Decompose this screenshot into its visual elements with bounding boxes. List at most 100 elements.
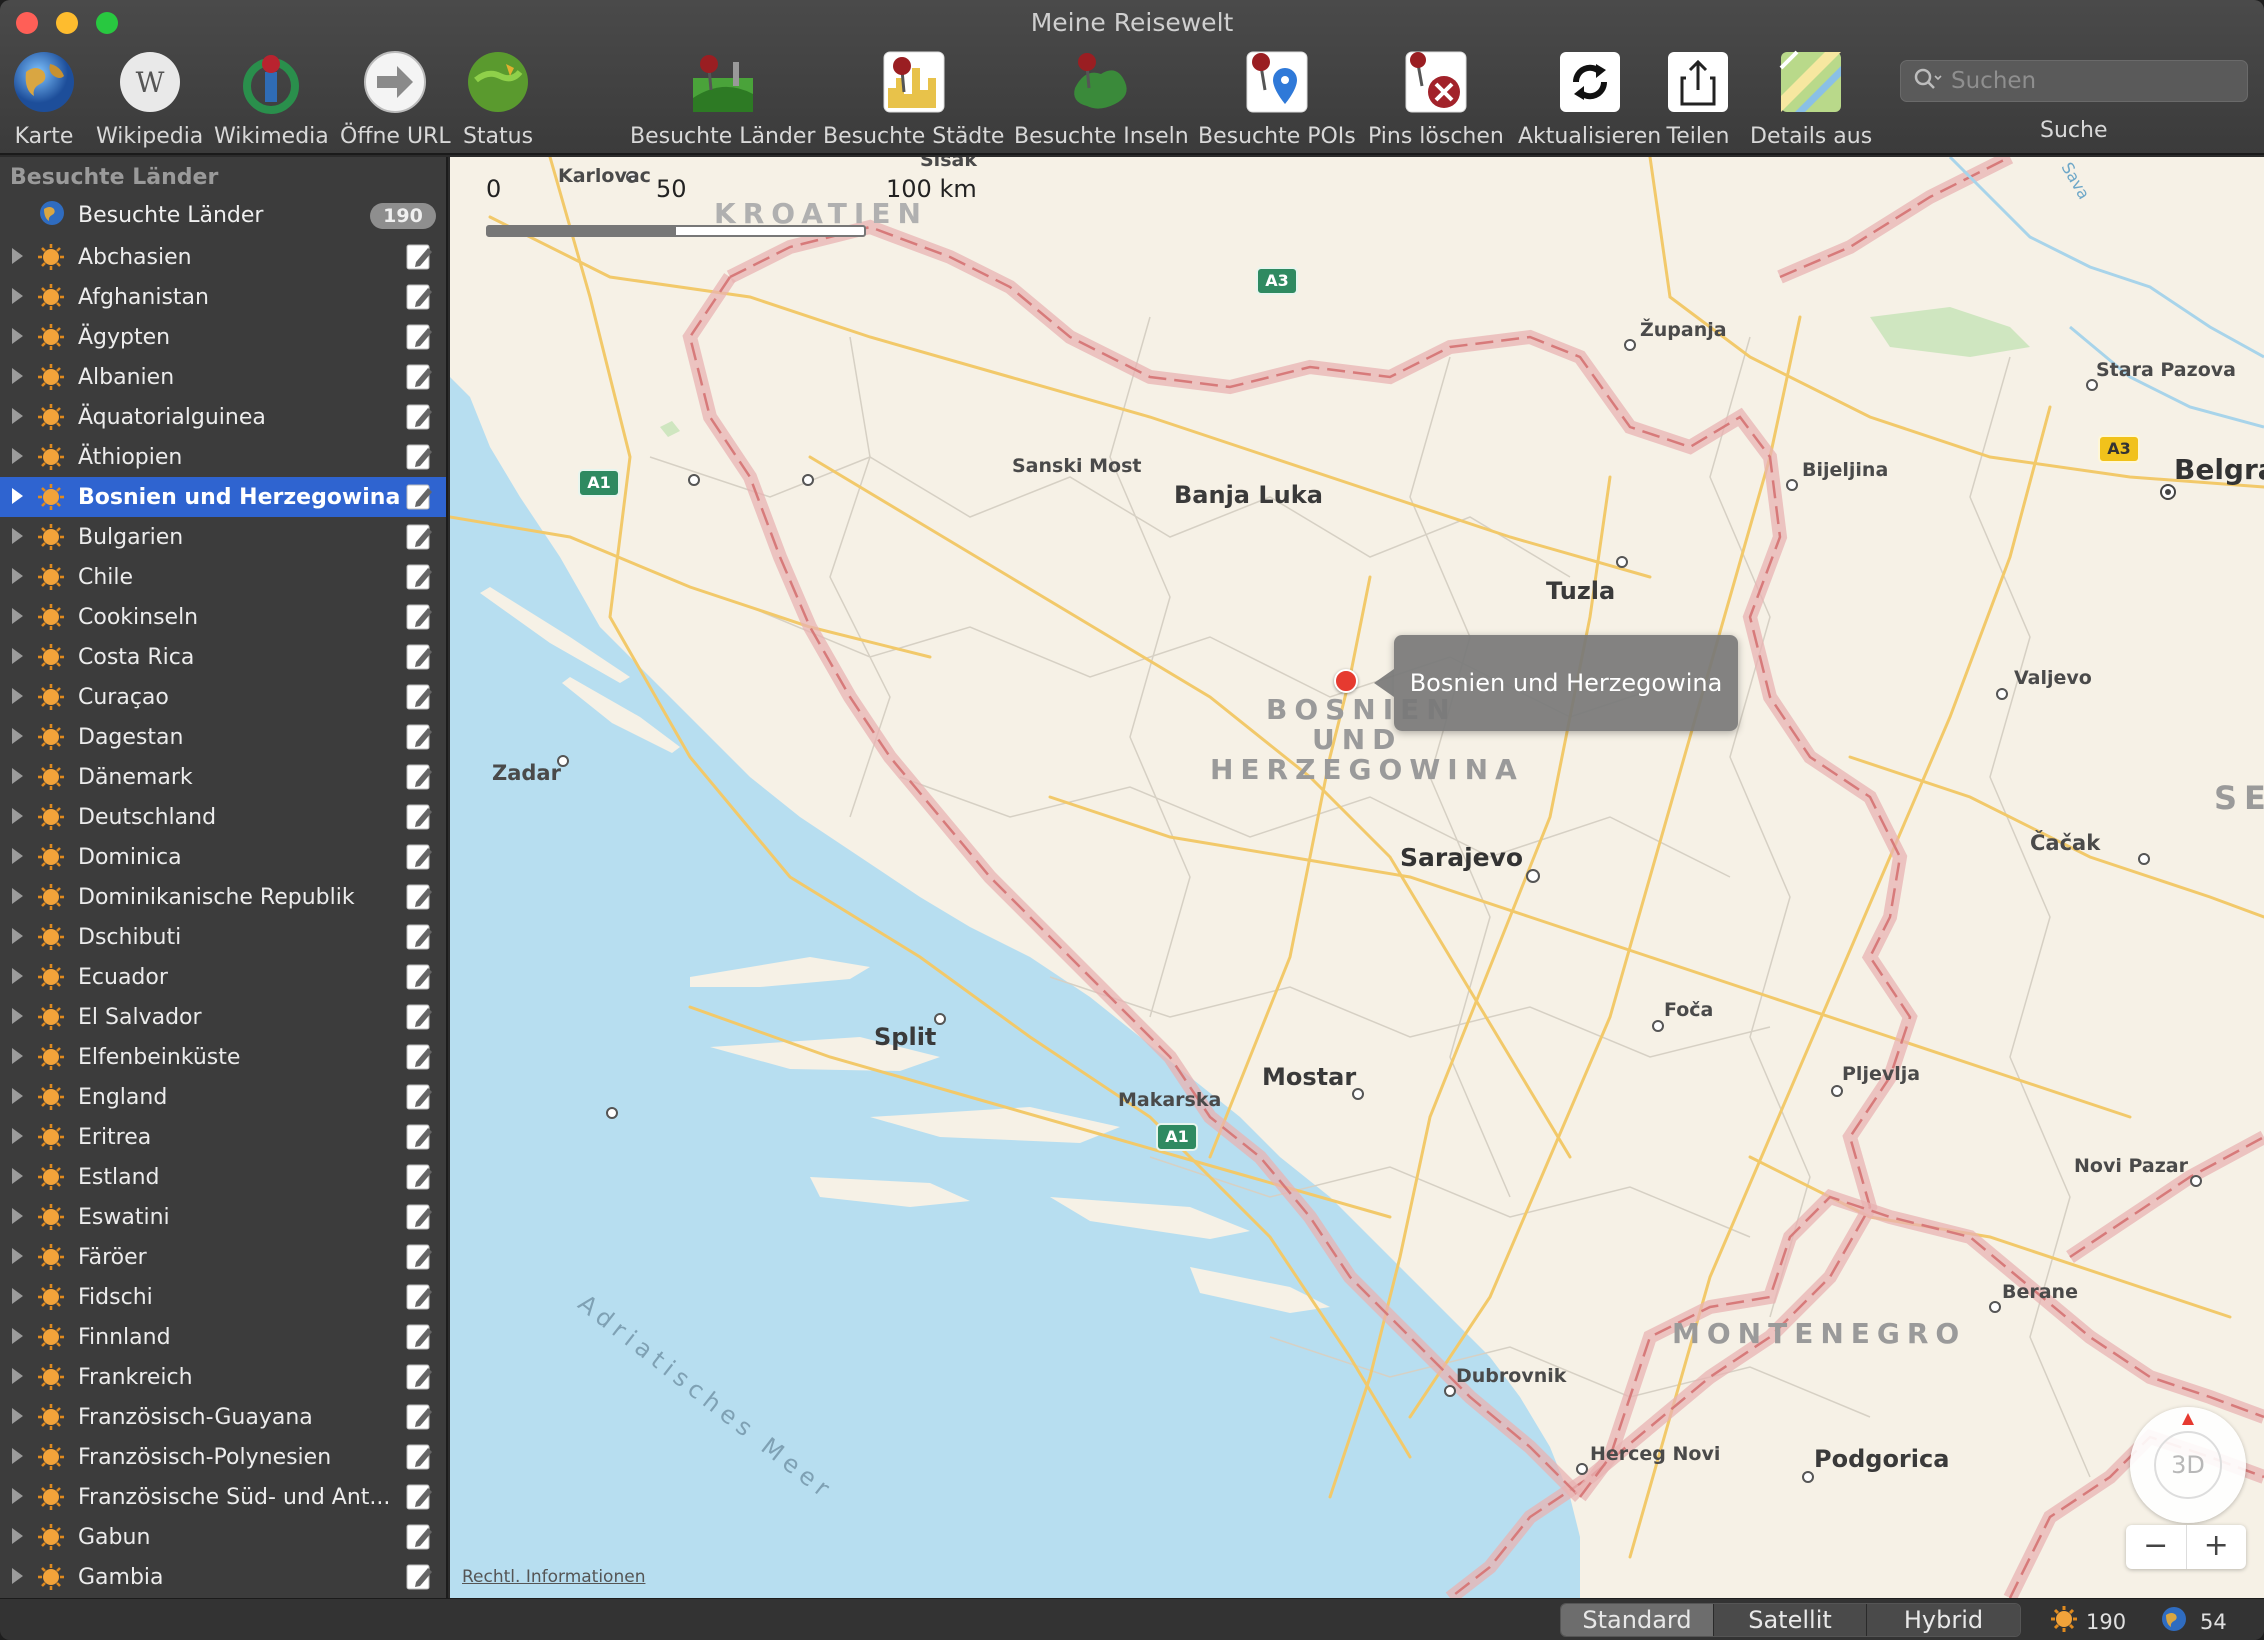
toolbar-status-button[interactable]: Status: [462, 46, 534, 149]
country-list-item[interactable]: Elfenbeinküste: [0, 1037, 446, 1077]
disclosure-triangle-icon[interactable]: [12, 408, 23, 424]
3d-toggle[interactable]: 3D: [2154, 1431, 2222, 1499]
disclosure-triangle-icon[interactable]: [12, 1048, 23, 1064]
country-list-item[interactable]: Gambia: [0, 1557, 446, 1597]
disclosure-triangle-icon[interactable]: [12, 928, 23, 944]
edit-note-icon[interactable]: [404, 1122, 434, 1152]
disclosure-triangle-icon[interactable]: [12, 368, 23, 384]
toolbar-delete-pins-button[interactable]: Pins löschen: [1368, 46, 1504, 149]
country-list-item[interactable]: Dominica: [0, 837, 446, 877]
disclosure-triangle-icon[interactable]: [12, 1528, 23, 1544]
edit-note-icon[interactable]: [404, 1282, 434, 1312]
disclosure-triangle-icon[interactable]: [12, 1568, 23, 1584]
country-list-item[interactable]: England: [0, 1077, 446, 1117]
toolbar-open-url-button[interactable]: Öffne URL: [340, 46, 451, 149]
map-view[interactable]: 0 50 100 km Karlovac Sisak KROATIEN Župa…: [450, 157, 2264, 1598]
sidebar-root-item[interactable]: Besuchte Länder 190: [0, 195, 446, 235]
country-list-item[interactable]: Estland: [0, 1157, 446, 1197]
edit-note-icon[interactable]: [404, 722, 434, 752]
country-list-item[interactable]: Dschibuti: [0, 917, 446, 957]
country-list-item[interactable]: Ägypten: [0, 317, 446, 357]
disclosure-triangle-icon[interactable]: [12, 1128, 23, 1144]
toolbar-visited-islands-button[interactable]: Besuchte Inseln: [1014, 46, 1189, 149]
zoom-out-button[interactable]: −: [2126, 1525, 2187, 1569]
toolbar-details-button[interactable]: Details aus: [1750, 46, 1872, 149]
edit-note-icon[interactable]: [404, 482, 434, 512]
disclosure-triangle-icon[interactable]: [12, 1008, 23, 1024]
edit-note-icon[interactable]: [404, 602, 434, 632]
edit-note-icon[interactable]: [404, 1322, 434, 1352]
edit-note-icon[interactable]: [404, 1442, 434, 1472]
edit-note-icon[interactable]: [404, 1042, 434, 1072]
country-list-item[interactable]: Eritrea: [0, 1117, 446, 1157]
country-list-item[interactable]: Ecuador: [0, 957, 446, 997]
country-list-item[interactable]: Deutschland: [0, 797, 446, 837]
edit-note-icon[interactable]: [404, 362, 434, 392]
edit-note-icon[interactable]: [404, 882, 434, 912]
disclosure-triangle-icon[interactable]: [12, 1208, 23, 1224]
edit-note-icon[interactable]: [404, 442, 434, 472]
country-list-item[interactable]: Gabun: [0, 1517, 446, 1557]
disclosure-triangle-icon[interactable]: [12, 488, 23, 504]
country-list-item[interactable]: Dänemark: [0, 757, 446, 797]
country-list-item[interactable]: Abchasien: [0, 237, 446, 277]
country-list-item[interactable]: Fidschi: [0, 1277, 446, 1317]
disclosure-triangle-icon[interactable]: [12, 728, 23, 744]
compass-3d-control[interactable]: 3D: [2130, 1407, 2246, 1523]
disclosure-triangle-icon[interactable]: [12, 688, 23, 704]
edit-note-icon[interactable]: [404, 562, 434, 592]
disclosure-triangle-icon[interactable]: [12, 448, 23, 464]
country-list-item[interactable]: Afghanistan: [0, 277, 446, 317]
country-list-item[interactable]: Dominikanische Republik: [0, 877, 446, 917]
disclosure-triangle-icon[interactable]: [12, 528, 23, 544]
edit-note-icon[interactable]: [404, 1082, 434, 1112]
disclosure-triangle-icon[interactable]: [12, 768, 23, 784]
disclosure-triangle-icon[interactable]: [12, 608, 23, 624]
country-list-item[interactable]: Französische Süd- und Ant...: [0, 1477, 446, 1517]
edit-note-icon[interactable]: [404, 1482, 434, 1512]
disclosure-triangle-icon[interactable]: [12, 1088, 23, 1104]
disclosure-triangle-icon[interactable]: [12, 568, 23, 584]
country-list-item[interactable]: Bulgarien: [0, 517, 446, 557]
country-list-item[interactable]: Französisch-Guayana: [0, 1397, 446, 1437]
edit-note-icon[interactable]: [404, 242, 434, 272]
disclosure-triangle-icon[interactable]: [12, 848, 23, 864]
edit-note-icon[interactable]: [404, 522, 434, 552]
map-type-standard[interactable]: Standard: [1561, 1604, 1714, 1636]
country-list-item[interactable]: Albanien: [0, 357, 446, 397]
disclosure-triangle-icon[interactable]: [12, 1368, 23, 1384]
zoom-in-button[interactable]: +: [2187, 1525, 2247, 1569]
toolbar-wikipedia-button[interactable]: W Wikipedia: [96, 46, 203, 149]
country-list-item[interactable]: Cookinseln: [0, 597, 446, 637]
map-pin[interactable]: [1334, 669, 1358, 693]
country-list-item[interactable]: Französisch-Polynesien: [0, 1437, 446, 1477]
edit-note-icon[interactable]: [404, 642, 434, 672]
disclosure-triangle-icon[interactable]: [12, 1408, 23, 1424]
disclosure-triangle-icon[interactable]: [12, 808, 23, 824]
edit-note-icon[interactable]: [404, 802, 434, 832]
toolbar-visited-countries-button[interactable]: Besuchte Länder: [630, 46, 815, 149]
edit-note-icon[interactable]: [404, 402, 434, 432]
toolbar-share-button[interactable]: Teilen: [1662, 46, 1734, 149]
country-list-item[interactable]: Frankreich: [0, 1357, 446, 1397]
disclosure-triangle-icon[interactable]: [12, 968, 23, 984]
map-type-hybrid[interactable]: Hybrid: [1867, 1604, 2020, 1636]
edit-note-icon[interactable]: [404, 1242, 434, 1272]
disclosure-triangle-icon[interactable]: [12, 248, 23, 264]
toolbar-refresh-button[interactable]: Aktualisieren: [1518, 46, 1661, 149]
country-list-item[interactable]: Bosnien und Herzegowina: [0, 477, 446, 517]
country-list-item[interactable]: Färöer: [0, 1237, 446, 1277]
edit-note-icon[interactable]: [404, 1002, 434, 1032]
edit-note-icon[interactable]: [404, 962, 434, 992]
edit-note-icon[interactable]: [404, 1522, 434, 1552]
edit-note-icon[interactable]: [404, 842, 434, 872]
edit-note-icon[interactable]: [404, 762, 434, 792]
map-type-satellit[interactable]: Satellit: [1714, 1604, 1867, 1636]
disclosure-triangle-icon[interactable]: [12, 648, 23, 664]
edit-note-icon[interactable]: [404, 282, 434, 312]
disclosure-triangle-icon[interactable]: [12, 1168, 23, 1184]
edit-note-icon[interactable]: [404, 1362, 434, 1392]
edit-note-icon[interactable]: [404, 1162, 434, 1192]
country-list-item[interactable]: Curaçao: [0, 677, 446, 717]
toolbar-wikimedia-button[interactable]: Wikimedia: [214, 46, 329, 149]
